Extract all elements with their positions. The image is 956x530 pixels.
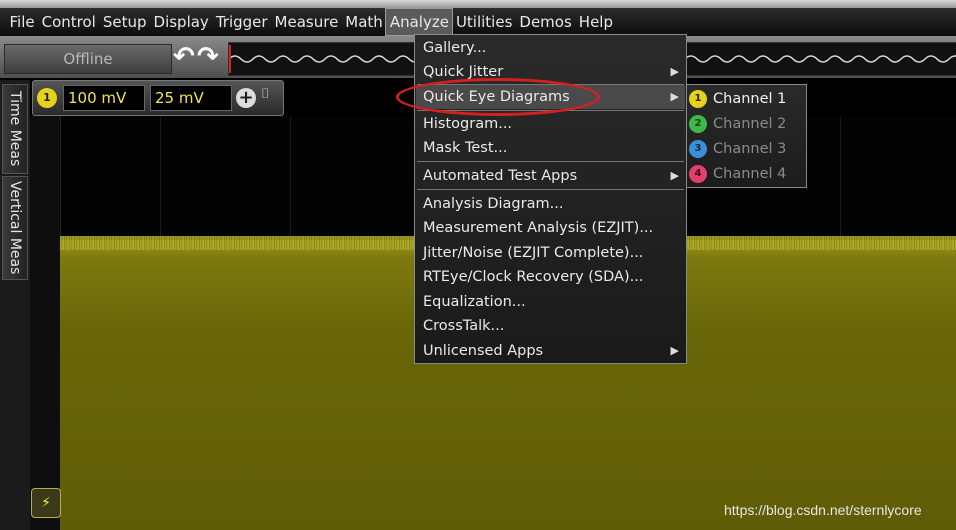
scale-field[interactable]: 100 mV xyxy=(63,85,145,111)
channel-3-icon: 3 xyxy=(689,140,707,158)
channel-2-icon: 2 xyxy=(689,115,707,133)
menu-analyze[interactable]: Analyze xyxy=(385,8,454,36)
tab-vertical-meas[interactable]: Vertical Meas xyxy=(2,176,28,280)
menu-display[interactable]: Display xyxy=(150,9,212,35)
menu-utilities[interactable]: Utilities xyxy=(452,9,515,35)
menu-item-jitter-noise[interactable]: Jitter/Noise (EZJIT Complete)... xyxy=(423,241,681,265)
menu-item-crosstalk[interactable]: CrossTalk... xyxy=(423,314,681,338)
menu-math[interactable]: Math xyxy=(342,9,387,35)
menu-bar: File Control Setup Display Trigger Measu… xyxy=(0,8,956,36)
menu-item-label: Mask Test... xyxy=(423,140,508,156)
menu-file[interactable]: File xyxy=(6,9,38,35)
menu-item-label: CrossTalk... xyxy=(423,318,505,334)
menu-item-label: Equalization... xyxy=(423,294,526,310)
menu-item-unlicensed-apps[interactable]: Unlicensed Apps ▶ xyxy=(423,339,681,363)
menu-control[interactable]: Control xyxy=(38,9,99,35)
menu-item-label: Unlicensed Apps xyxy=(423,343,544,359)
menu-item-analysis-diagram[interactable]: Analysis Diagram... xyxy=(423,192,681,216)
menu-demos[interactable]: Demos xyxy=(516,9,575,35)
menu-item-label: RTEye/Clock Recovery (SDA)... xyxy=(423,269,644,285)
submenu-item-channel-1[interactable]: 1 Channel 1 xyxy=(687,87,806,112)
redo-icon[interactable]: ↷ xyxy=(197,44,221,72)
add-channel-icon[interactable]: + xyxy=(236,88,256,108)
menu-item-label: Measurement Analysis (EZJIT)... xyxy=(423,220,654,236)
menu-help[interactable]: Help xyxy=(575,9,616,35)
submenu-arrow-icon: ▶ xyxy=(670,169,679,182)
submenu-item-label: Channel 4 xyxy=(713,166,787,182)
menu-item-gallery[interactable]: Gallery... xyxy=(423,36,681,60)
menu-item-mask-test[interactable]: Mask Test... xyxy=(423,136,681,160)
menu-divider xyxy=(417,189,684,190)
menu-item-label: Analysis Diagram... xyxy=(423,196,564,212)
menu-item-label: Automated Test Apps xyxy=(423,168,578,184)
menu-item-label: Jitter/Noise (EZJIT Complete)... xyxy=(423,245,644,261)
channel-4-icon: 4 xyxy=(689,165,707,183)
tab-time-meas[interactable]: Time Meas xyxy=(2,84,28,174)
menu-item-histogram[interactable]: Histogram... xyxy=(423,112,681,136)
menu-measure[interactable]: Measure xyxy=(271,9,342,35)
submenu-item-channel-4[interactable]: 4 Channel 4 xyxy=(687,162,806,187)
offline-button[interactable]: Offline xyxy=(4,44,172,74)
menu-setup[interactable]: Setup xyxy=(99,9,150,35)
submenu-arrow-icon: ▶ xyxy=(670,344,679,357)
title-strip xyxy=(0,0,956,8)
channel-1-badge[interactable]: 1 xyxy=(37,88,57,108)
undo-icon[interactable]: ↶ xyxy=(173,44,197,72)
offset-field[interactable]: 25 mV xyxy=(150,85,232,111)
quick-eye-submenu: 1 Channel 1 2 Channel 2 3 Channel 3 4 Ch… xyxy=(686,84,807,188)
channel-1-icon: 1 xyxy=(689,90,707,108)
menu-trigger[interactable]: Trigger xyxy=(212,9,271,35)
submenu-item-channel-3[interactable]: 3 Channel 3 xyxy=(687,137,806,162)
highlight-ellipse xyxy=(396,78,600,116)
submenu-item-channel-2[interactable]: 2 Channel 2 xyxy=(687,112,806,137)
menu-item-measurement-analysis[interactable]: Measurement Analysis (EZJIT)... xyxy=(423,216,681,240)
pin-icon[interactable]: ⌷ xyxy=(261,86,275,108)
submenu-arrow-icon: ▶ xyxy=(670,65,679,78)
menu-divider xyxy=(417,161,684,162)
submenu-item-label: Channel 1 xyxy=(713,91,787,107)
submenu-item-label: Channel 2 xyxy=(713,116,787,132)
menu-item-label: Histogram... xyxy=(423,116,513,132)
trigger-marker-icon[interactable]: ⚡ xyxy=(31,488,61,518)
vertical-ruler xyxy=(30,116,61,530)
menu-item-automated-test-apps[interactable]: Automated Test Apps ▶ xyxy=(423,164,681,188)
menu-item-equalization[interactable]: Equalization... xyxy=(423,290,681,314)
watermark-text: https://blog.csdn.net/sternlycore xyxy=(724,502,922,518)
menu-item-label: Gallery... xyxy=(423,40,487,56)
submenu-arrow-icon: ▶ xyxy=(670,90,679,103)
submenu-item-label: Channel 3 xyxy=(713,141,787,157)
side-tab-panel: Time Meas Vertical Meas xyxy=(0,80,30,530)
menu-item-rteye-clock-recovery[interactable]: RTEye/Clock Recovery (SDA)... xyxy=(423,265,681,289)
